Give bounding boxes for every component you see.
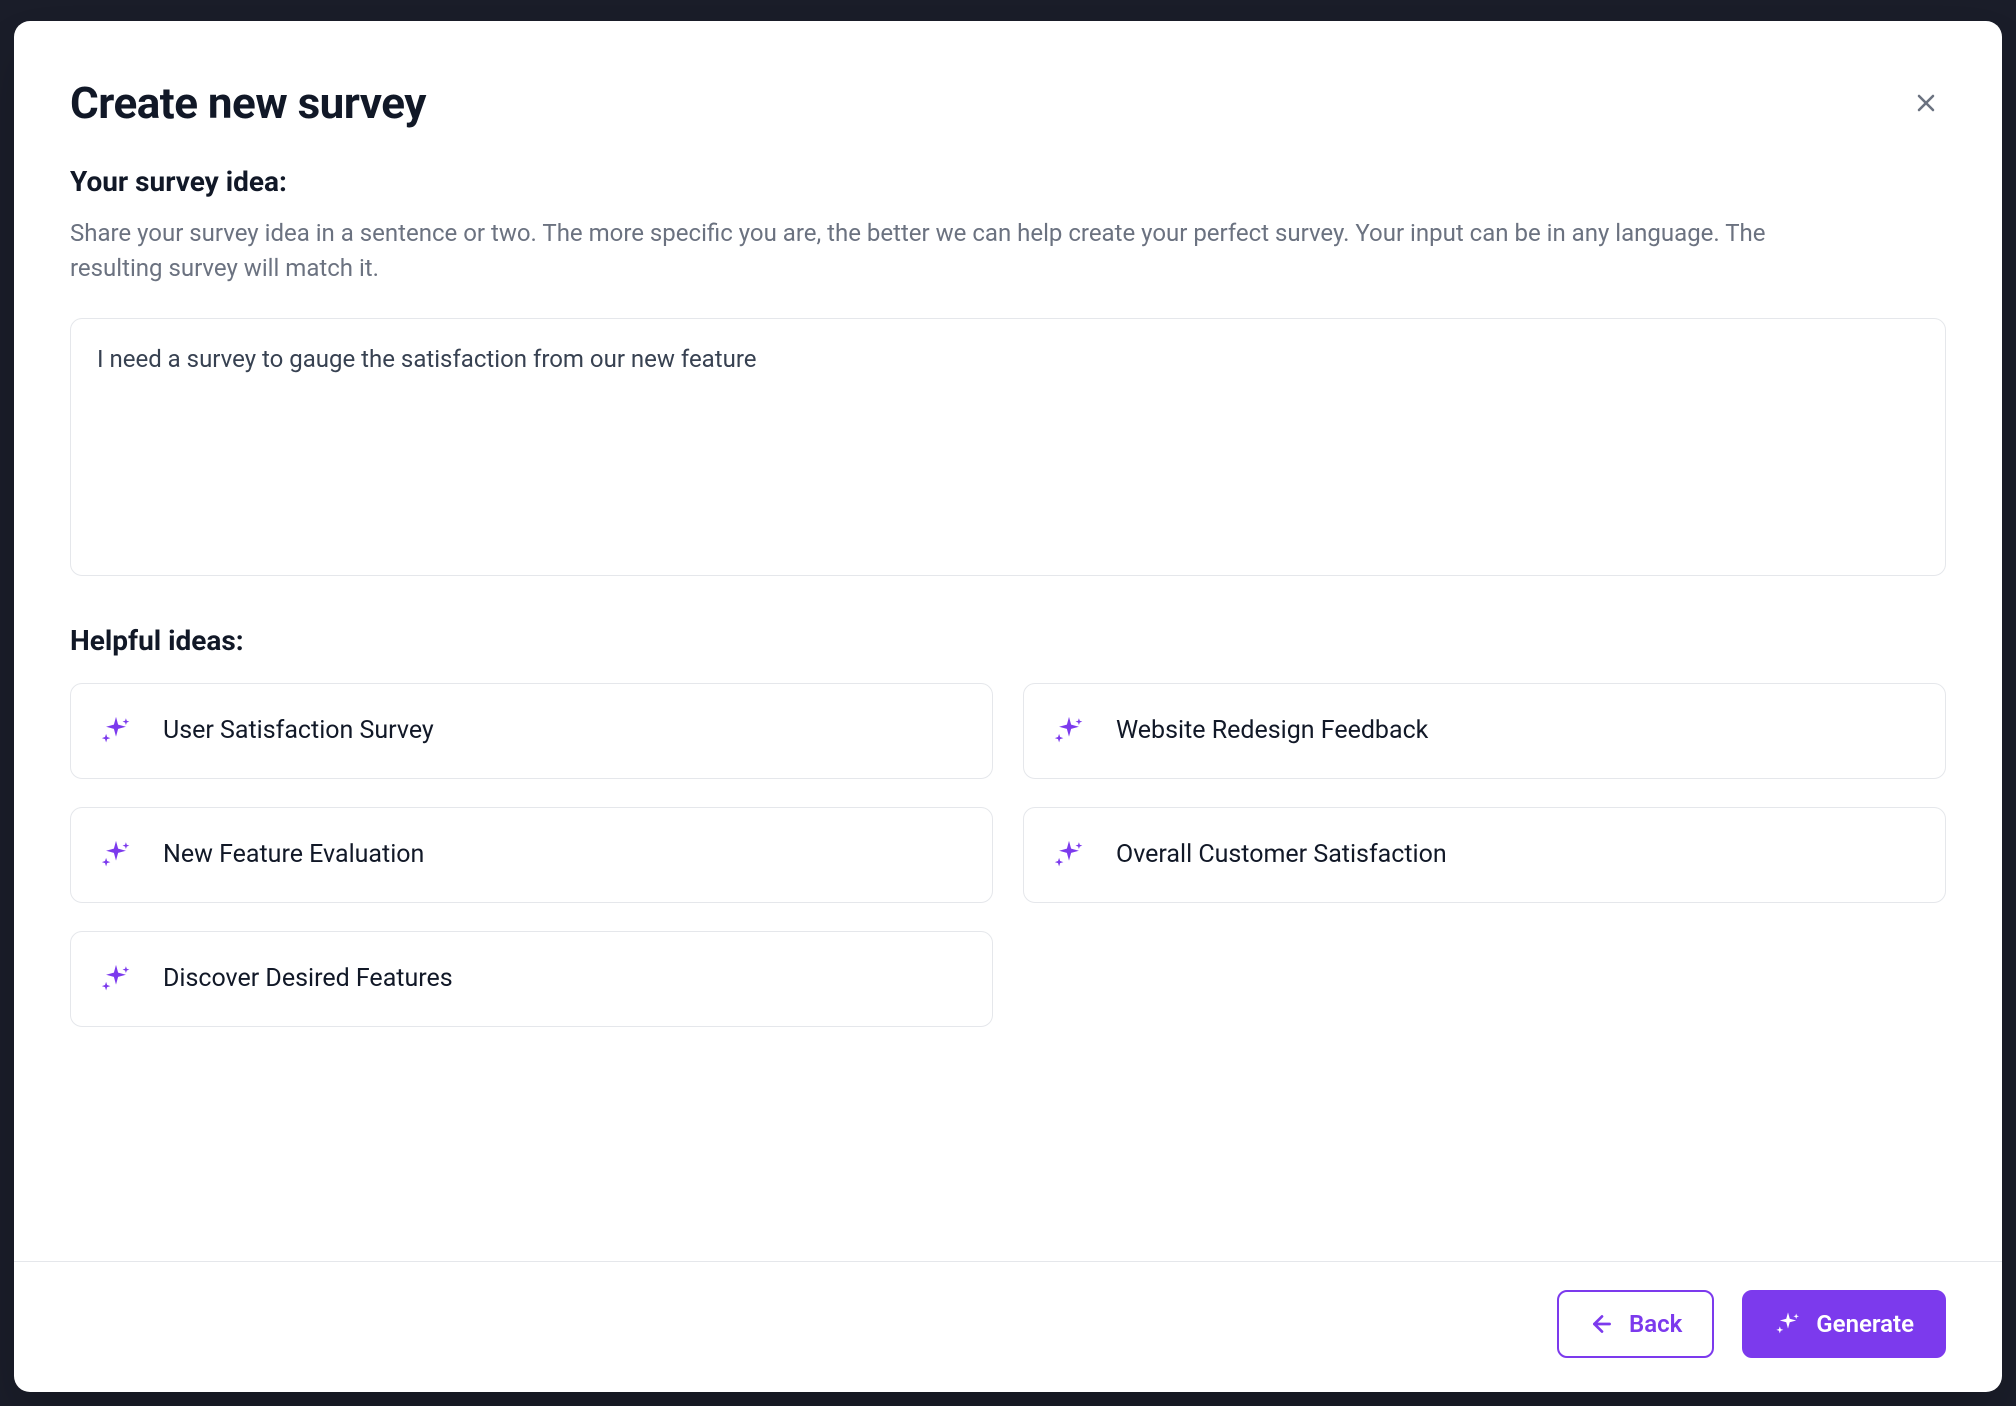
- helpful-section-label: Helpful ideas:: [70, 624, 1946, 657]
- idea-card-new-feature-eval[interactable]: New Feature Evaluation: [70, 807, 993, 903]
- helpful-ideas-grid: User Satisfaction Survey Website Redesig…: [70, 683, 1946, 1027]
- modal-title: Create new survey: [70, 77, 426, 129]
- back-button-label: Back: [1629, 1312, 1682, 1336]
- sparkle-icon: [1052, 714, 1086, 748]
- idea-card-label: User Satisfaction Survey: [163, 716, 434, 745]
- modal-body: Create new survey Your survey idea: Shar…: [14, 21, 2002, 1261]
- modal-footer: Back Generate: [14, 1261, 2002, 1392]
- sparkle-icon: [1052, 838, 1086, 872]
- generate-button-label: Generate: [1816, 1312, 1914, 1336]
- idea-section-hint: Share your survey idea in a sentence or …: [70, 216, 1850, 286]
- sparkle-icon: [1774, 1310, 1802, 1338]
- sparkle-icon: [99, 962, 133, 996]
- sparkle-icon: [99, 838, 133, 872]
- idea-card-label: Discover Desired Features: [163, 964, 453, 993]
- close-icon: [1912, 89, 1940, 117]
- idea-card-label: Website Redesign Feedback: [1116, 716, 1428, 745]
- create-survey-modal: Create new survey Your survey idea: Shar…: [14, 21, 2002, 1392]
- close-button[interactable]: [1906, 83, 1946, 123]
- generate-button[interactable]: Generate: [1742, 1290, 1946, 1358]
- back-button[interactable]: Back: [1557, 1290, 1714, 1358]
- modal-header: Create new survey: [70, 77, 1946, 129]
- sparkle-icon: [99, 714, 133, 748]
- idea-card-label: New Feature Evaluation: [163, 840, 424, 869]
- idea-card-overall-satisfaction[interactable]: Overall Customer Satisfaction: [1023, 807, 1946, 903]
- arrow-left-icon: [1589, 1311, 1615, 1337]
- idea-card-website-redesign[interactable]: Website Redesign Feedback: [1023, 683, 1946, 779]
- idea-section-label: Your survey idea:: [70, 165, 1946, 198]
- idea-card-discover-features[interactable]: Discover Desired Features: [70, 931, 993, 1027]
- idea-card-user-satisfaction[interactable]: User Satisfaction Survey: [70, 683, 993, 779]
- idea-card-label: Overall Customer Satisfaction: [1116, 840, 1447, 869]
- survey-idea-input[interactable]: [70, 318, 1946, 576]
